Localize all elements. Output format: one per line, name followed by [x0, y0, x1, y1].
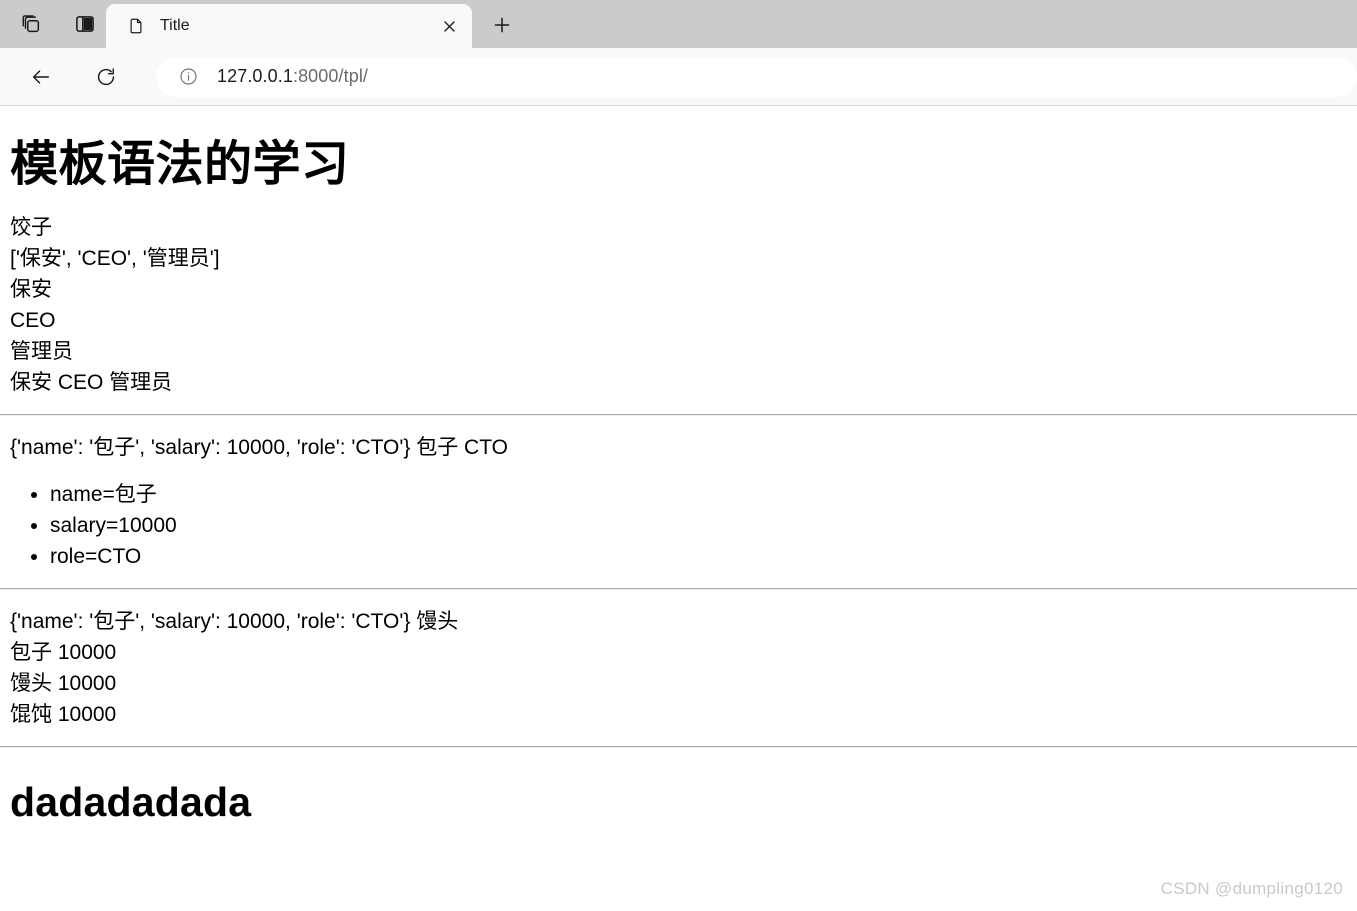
tab-title: Title [160, 17, 190, 34]
dict-items-list: name=包子 salary=10000 role=CTO [8, 479, 1349, 572]
info-circle-icon[interactable] [176, 65, 200, 89]
browser-tab[interactable]: Title [106, 4, 472, 48]
document-icon [126, 17, 145, 36]
url-path: :8000/tpl/ [292, 66, 369, 86]
split-screen-icon[interactable] [68, 7, 102, 41]
text-block-variables: 饺子 ['保安', 'CEO', '管理员'] 保安 CEO 管理员 保安 CE… [10, 216, 220, 394]
close-icon[interactable] [436, 13, 462, 39]
tab-actions-icon[interactable] [14, 7, 48, 41]
url-host: 127.0.0.1 [217, 66, 293, 86]
new-tab-button[interactable] [482, 5, 522, 45]
address-bar-url: 127.0.0.1:8000/tpl/ [217, 66, 368, 87]
chrome-left-icon-group [0, 0, 102, 48]
watermark: CSDN @dumpling0120 [1160, 879, 1343, 898]
page-viewport: 模板语法的学习 饺子 ['保安', 'CEO', '管理员'] 保安 CEO 管… [0, 106, 1357, 911]
list-item: role=CTO [50, 541, 1349, 572]
divider-3 [0, 746, 1357, 748]
reload-button[interactable] [87, 58, 125, 96]
list-item: salary=10000 [50, 510, 1349, 541]
address-bar[interactable]: 127.0.0.1:8000/tpl/ [156, 56, 1357, 97]
back-button[interactable] [22, 58, 60, 96]
tab-strip: Title [0, 0, 1357, 48]
browser-window: Title 127.0.0.1:8000/tpl/ 模板语法的学习 饺子 ['保… [0, 0, 1357, 911]
page-content: 模板语法的学习 饺子 ['保安', 'CEO', '管理员'] 保安 CEO 管… [0, 106, 1357, 832]
browser-toolbar: 127.0.0.1:8000/tpl/ [0, 48, 1357, 105]
text-block-dict: {'name': '包子', 'salary': 10000, 'role': … [10, 436, 508, 459]
page-subheading: dadadadada [10, 779, 252, 825]
text-block-salary: {'name': '包子', 'salary': 10000, 'role': … [10, 610, 459, 726]
page-title: 模板语法的学习 [10, 138, 350, 191]
list-item: name=包子 [50, 479, 1349, 510]
divider-1 [0, 414, 1357, 416]
divider-2 [0, 588, 1357, 590]
